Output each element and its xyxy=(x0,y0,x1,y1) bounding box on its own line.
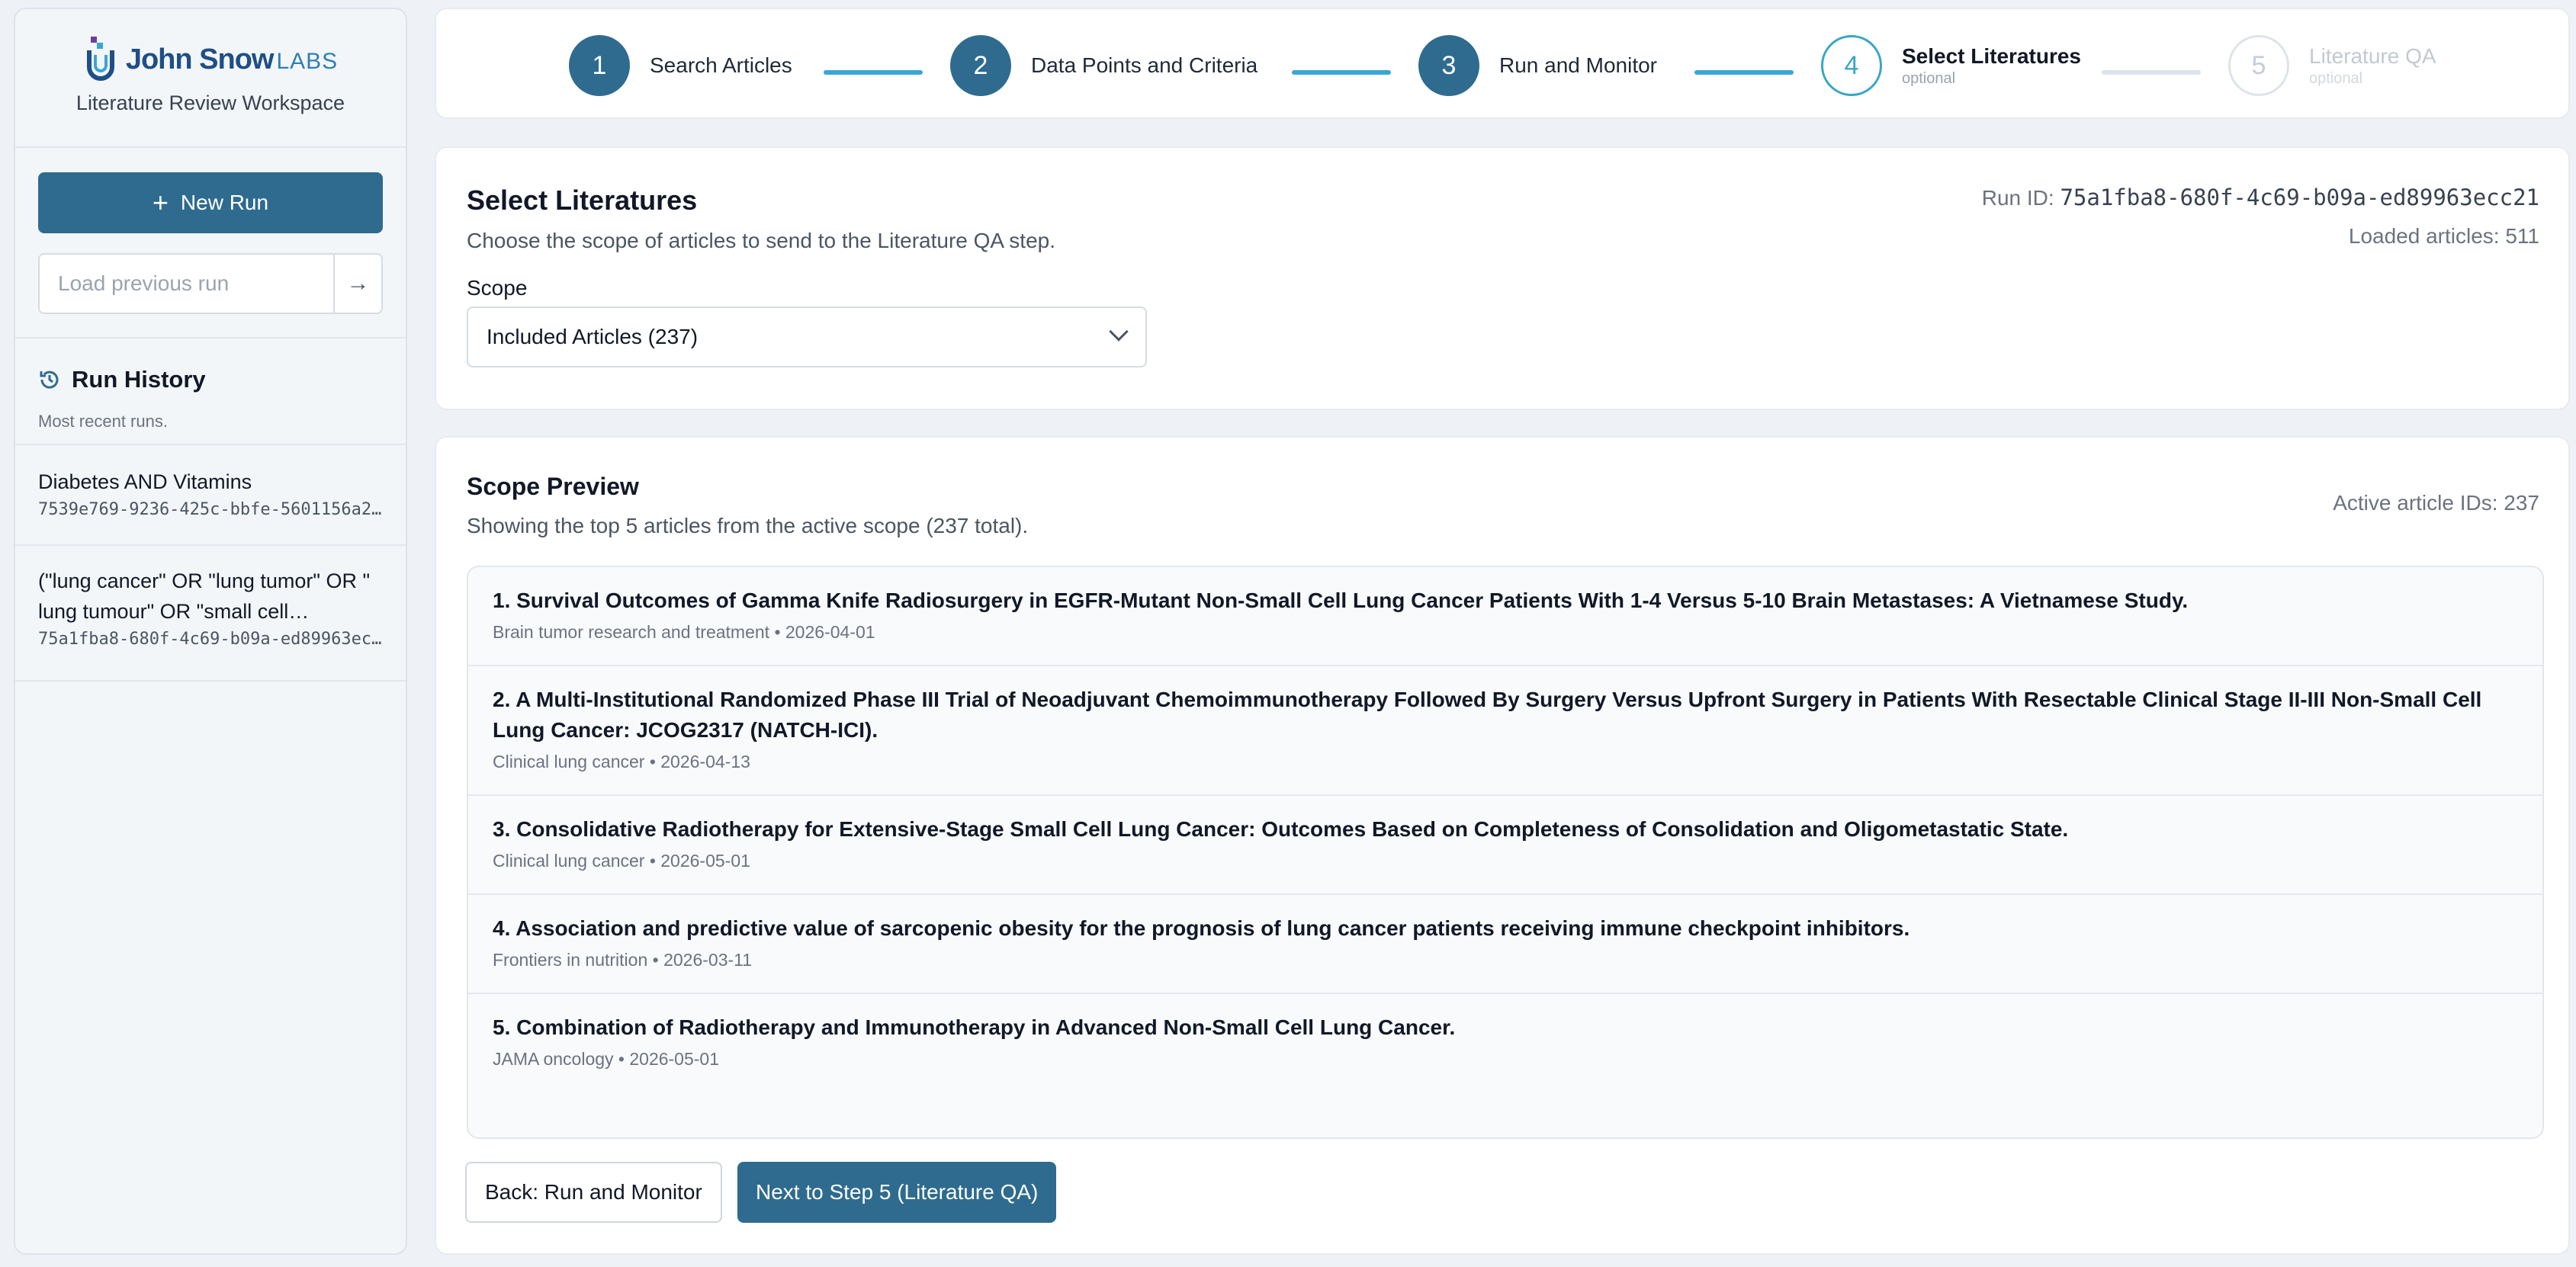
article-meta: Brain tumor research and treatment • 202… xyxy=(493,622,875,642)
list-item[interactable]: 5. Combination of Radiotherapy and Immun… xyxy=(468,994,2542,1137)
run-history-header: Run History xyxy=(38,366,206,393)
back-button[interactable]: Back: Run and Monitor xyxy=(465,1162,722,1223)
card-subtitle: Showing the top 5 articles from the acti… xyxy=(467,514,1029,537)
scope-label: Scope xyxy=(467,276,528,300)
step-number: 4 xyxy=(1821,35,1882,96)
step-run-monitor[interactable]: 3 Run and Monitor xyxy=(1418,35,1657,96)
divider xyxy=(15,337,406,338)
run-history-item[interactable]: ("lung cancer" OR "lung tumor" OR " lung… xyxy=(15,544,406,682)
new-run-button[interactable]: + New Run xyxy=(38,172,383,233)
step-connector xyxy=(2102,70,2201,75)
step-optional: optional xyxy=(1902,69,1956,87)
new-run-label: New Run xyxy=(180,191,269,214)
active-article-ids: Active article IDs: 237 xyxy=(2333,491,2539,515)
step-literature-qa[interactable]: 5 Literature QA optional xyxy=(2228,35,2436,96)
article-meta: Clinical lung cancer • 2026-04-13 xyxy=(493,752,750,771)
article-meta: JAMA oncology • 2026-05-01 xyxy=(493,1049,720,1069)
step-select-literatures[interactable]: 4 Select Literatures optional xyxy=(1821,35,2081,96)
list-item[interactable]: 1. Survival Outcomes of Gamma Knife Radi… xyxy=(468,567,2542,666)
step-label: Data Points and Criteria xyxy=(1031,53,1258,77)
step-label: Select Literatures xyxy=(1902,43,2081,68)
chevron-down-icon xyxy=(1109,322,1129,342)
logo: John Snow LABS xyxy=(15,35,406,84)
card-title: Scope Preview xyxy=(467,473,639,500)
run-history-item[interactable]: Diabetes AND Vitamins 7539e769-9236-425c… xyxy=(15,444,406,544)
step-search-articles[interactable]: 1 Search Articles xyxy=(569,35,792,96)
step-data-points[interactable]: 2 Data Points and Criteria xyxy=(950,35,1257,96)
load-run-button[interactable]: → xyxy=(333,255,381,313)
run-id: 75a1fba8-680f-4c69-b09a-ed89963ec… xyxy=(38,630,382,649)
article-title: 1. Survival Outcomes of Gamma Knife Radi… xyxy=(493,589,2189,612)
run-name: ("lung cancer" OR "lung tumor" OR " lung… xyxy=(38,569,371,623)
article-meta: Frontiers in nutrition • 2026-03-11 xyxy=(493,950,753,970)
step-label-group: Literature QA optional xyxy=(2309,44,2436,88)
plus-icon: + xyxy=(152,187,169,218)
article-title: 3. Consolidative Radiotherapy for Extens… xyxy=(493,817,2069,841)
run-id-display: Run ID: 75a1fba8-680f-4c69-b09a-ed89963e… xyxy=(1982,184,2539,210)
scope-select[interactable]: Included Articles (237) xyxy=(467,306,1147,367)
step-number: 5 xyxy=(2228,35,2289,96)
step-label: Run and Monitor xyxy=(1499,53,1658,77)
workspace-title: Literature Review Workspace xyxy=(75,91,345,114)
step-label: Search Articles xyxy=(650,53,792,77)
scope-preview-card: Scope Preview Showing the top 5 articles… xyxy=(435,436,2570,1255)
step-optional: optional xyxy=(2309,69,2363,87)
next-button[interactable]: Next to Step 5 (Literature QA) xyxy=(737,1162,1057,1223)
run-name: Diabetes AND Vitamins xyxy=(38,470,252,493)
run-history-subtitle: Most recent runs. xyxy=(38,412,168,431)
step-number: 2 xyxy=(950,35,1011,96)
load-previous-run: → xyxy=(38,253,383,314)
article-title: 2. A Multi-Institutional Randomized Phas… xyxy=(493,688,2482,742)
step-label: Literature QA xyxy=(2309,43,2436,68)
card-title: Select Literatures xyxy=(467,184,698,216)
article-title: 4. Association and predictive value of s… xyxy=(493,916,1910,940)
article-meta: Clinical lung cancer • 2026-05-01 xyxy=(493,851,750,871)
article-list: 1. Survival Outcomes of Gamma Knife Radi… xyxy=(467,566,2544,1139)
step-connector xyxy=(824,70,923,75)
load-run-input[interactable] xyxy=(40,255,333,313)
list-item[interactable]: 2. A Multi-Institutional Randomized Phas… xyxy=(468,666,2542,796)
john-snow-logo-icon xyxy=(86,37,114,81)
scope-selected-value: Included Articles (237) xyxy=(487,325,699,348)
step-connector xyxy=(1292,70,1391,75)
step-label-group: Select Literatures optional xyxy=(1902,44,2081,88)
select-literatures-card: Select Literatures Choose the scope of a… xyxy=(435,146,2570,410)
list-item[interactable]: 4. Association and predictive value of s… xyxy=(468,895,2542,994)
run-id-label: Run ID: xyxy=(1981,186,2054,210)
brand-name: John Snow LABS xyxy=(125,43,339,75)
step-number: 3 xyxy=(1418,35,1479,96)
article-title: 5. Combination of Radiotherapy and Immun… xyxy=(493,1015,1456,1039)
brand-header: John Snow LABS Literature Review Workspac… xyxy=(15,9,406,148)
run-history-title: Run History xyxy=(72,366,206,393)
sidebar: John Snow LABS Literature Review Workspac… xyxy=(14,8,407,1255)
list-item[interactable]: 3. Consolidative Radiotherapy for Extens… xyxy=(468,796,2542,895)
step-connector xyxy=(1694,70,1794,75)
history-icon xyxy=(40,370,59,389)
card-subtitle: Choose the scope of articles to send to … xyxy=(467,229,1056,252)
step-number: 1 xyxy=(569,35,630,96)
run-id: 7539e769-9236-425c-bbfe-5601156a2… xyxy=(38,500,382,519)
arrow-right-icon: → xyxy=(346,271,370,296)
loaded-articles-count: Loaded articles: 511 xyxy=(2348,224,2539,248)
workflow-stepper: 1 Search Articles 2 Data Points and Crit… xyxy=(435,8,2570,119)
run-id-value: 75a1fba8-680f-4c69-b09a-ed89963ecc21 xyxy=(2060,184,2539,210)
